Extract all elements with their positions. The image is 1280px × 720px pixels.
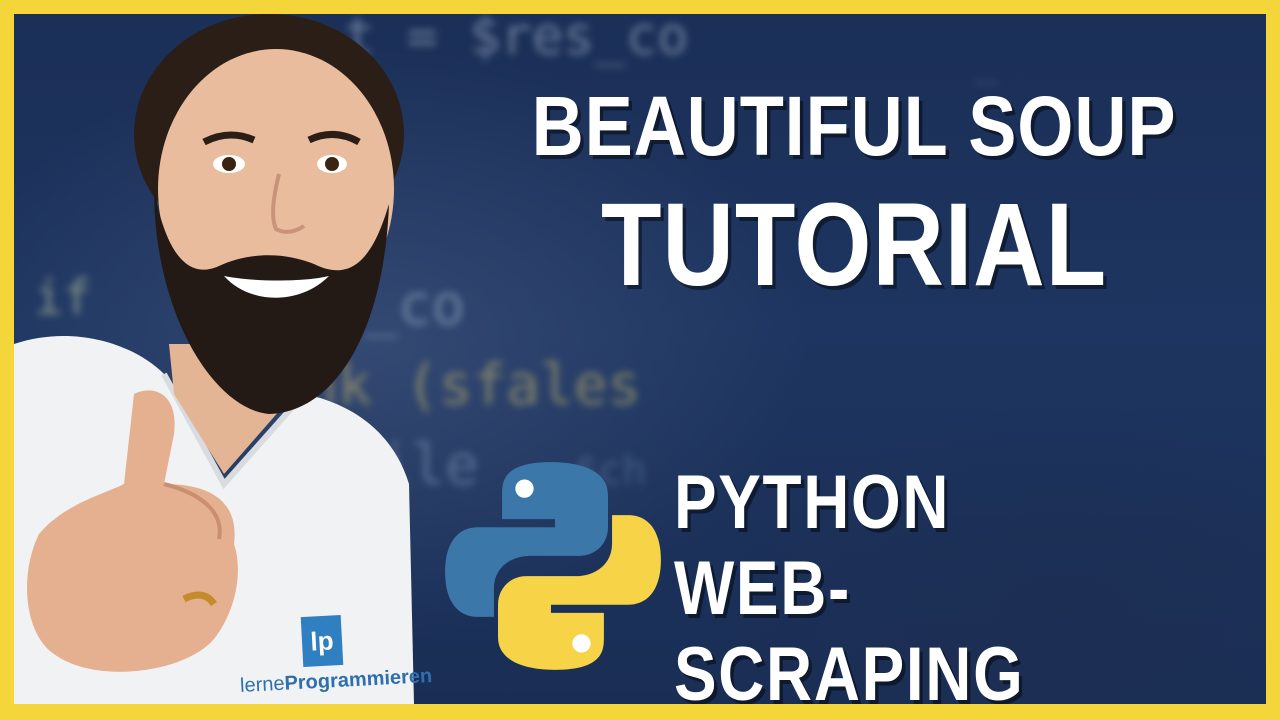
- subtitle: PYTHON WEB-SCRAPING: [674, 460, 1266, 717]
- main-title: BEAUTIFUL SOUP TUTORIAL: [454, 76, 1254, 310]
- subtitle-line-2: WEB-SCRAPING: [674, 546, 1025, 717]
- subtitle-line-1: PYTHON: [674, 460, 951, 545]
- shirt-logo-badge: lp: [300, 614, 344, 668]
- title-line-1: BEAUTIFUL SOUP: [531, 79, 1177, 173]
- shirt-logo-light: lerne: [239, 672, 286, 698]
- thumbnail-frame: t = $res_co ith if _co nk (sfales file $…: [0, 0, 1280, 720]
- presenter-photo: lp lerneProgrammieren: [14, 14, 434, 704]
- title-line-2: TUTORIAL: [601, 179, 1107, 311]
- python-logo-icon: [445, 462, 661, 670]
